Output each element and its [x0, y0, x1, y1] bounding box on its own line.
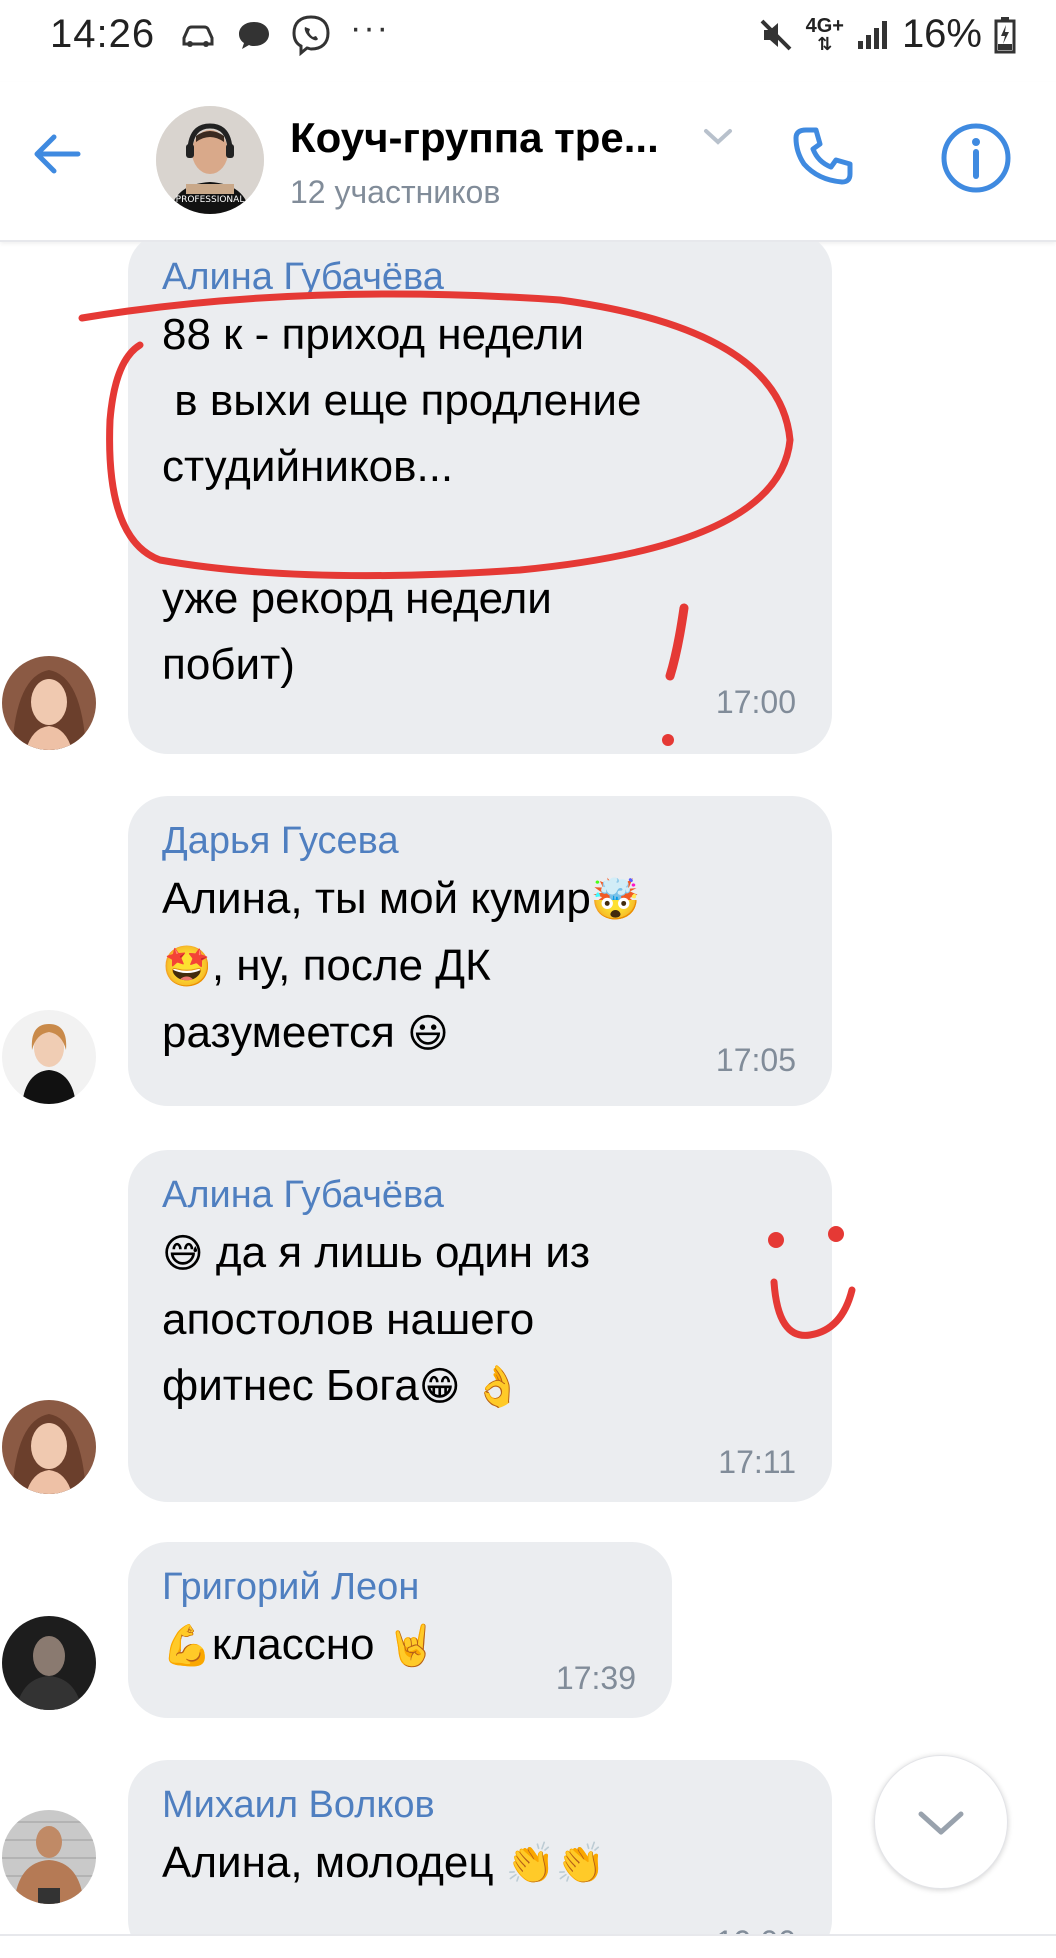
message-time: 17:05	[715, 1042, 796, 1078]
network-type: 4G+ ⇅	[805, 14, 844, 54]
exploding-head-emoji: 🤯	[590, 878, 641, 922]
message-bubble[interactable]: Дарья Гусева Алина, ты мой кумир🤯 🤩, ну, …	[128, 796, 832, 1106]
status-time: 14:26	[50, 12, 156, 56]
message-bubble[interactable]: Алина Губачёва 88 к - приход недели в вы…	[128, 242, 832, 754]
sweat-smile-emoji: 😅	[162, 1232, 204, 1276]
back-arrow-icon[interactable]	[28, 124, 88, 184]
message-feed[interactable]: Алина Губачёва 88 к - приход недели в вы…	[0, 242, 1056, 1934]
message-author[interactable]: Алина Губачёва	[162, 1170, 798, 1220]
info-icon[interactable]	[940, 122, 1012, 194]
bottom-divider	[0, 1934, 1056, 1958]
horns-emoji: 🤘	[386, 1624, 437, 1668]
avatar[interactable]	[2, 656, 96, 750]
signal-icon	[857, 20, 887, 49]
member-count: 12 участников	[290, 174, 501, 210]
message-text: Алина, молодец 👏👏	[162, 1838, 606, 1887]
star-struck-emoji: 🤩	[162, 945, 212, 989]
chat-title[interactable]: Коуч-группа тре...	[290, 114, 659, 162]
message-bubble[interactable]: Михаил Волков Алина, молодец 👏👏 19:00	[128, 1760, 832, 1934]
avatar[interactable]	[2, 1010, 96, 1104]
message-time: 17:00	[715, 684, 796, 720]
clapping-hands-emoji: 👏👏	[505, 1842, 606, 1886]
ok-hand-emoji: 👌	[472, 1365, 523, 1409]
message-time: 17:39	[555, 1660, 636, 1696]
more-dots-icon: ···	[350, 8, 390, 47]
message-author[interactable]: Григорий Леон	[162, 1562, 638, 1612]
status-left-icons: ···	[178, 9, 390, 56]
smiley-emoji: 😃	[407, 1012, 449, 1056]
status-right-icons: 4G+ ⇅ 16%	[758, 12, 1016, 57]
message-bubble[interactable]: Алина Губачёва 😅 да я лишь один из апосто…	[128, 1150, 832, 1502]
avatar[interactable]	[2, 1616, 96, 1710]
chevron-down-icon[interactable]	[702, 126, 734, 148]
svg-text:PROFESSIONAL: PROFESSIONAL	[176, 195, 245, 205]
chevron-down-icon	[918, 1811, 964, 1835]
battery-percent: 16%	[901, 12, 982, 56]
mute-icon	[760, 19, 791, 50]
chat-header: PROFESSIONAL Коуч-группа тре... 12 участ…	[0, 82, 1056, 242]
group-avatar[interactable]: PROFESSIONAL	[156, 106, 264, 214]
message-author[interactable]: Алина Губачёва	[162, 252, 798, 302]
viber-icon	[292, 15, 330, 56]
grin-emoji: 😁	[418, 1365, 461, 1409]
message-text: 88 к - приход недели в выхи еще продлени…	[162, 310, 642, 689]
phone-icon[interactable]	[788, 122, 858, 192]
avatar[interactable]	[2, 1400, 96, 1494]
message-text: 😅 да я лишь один из апостолов нашего фитне…	[162, 1228, 591, 1410]
chat-bubble-icon	[239, 22, 269, 49]
message-time: 19:00	[716, 1924, 796, 1934]
avatar[interactable]	[2, 1810, 96, 1904]
message-time: 17:11	[718, 1444, 796, 1480]
battery-charging-icon	[994, 16, 1016, 53]
scroll-down-button[interactable]	[874, 1755, 1008, 1889]
message-text: Алина, ты мой кумир🤯 🤩, ну, после ДК разум…	[162, 874, 641, 1057]
flexed-biceps-emoji: 💪	[162, 1624, 212, 1668]
message-bubble[interactable]: Григорий Леон 💪классно 🤘 17:39	[128, 1542, 672, 1718]
message-author[interactable]: Дарья Гусева	[162, 816, 798, 866]
message-author[interactable]: Михаил Волков	[162, 1780, 798, 1830]
car-icon	[182, 25, 214, 47]
status-bar: 14:26 ··· 4G+ ⇅ 16%	[0, 0, 1056, 80]
